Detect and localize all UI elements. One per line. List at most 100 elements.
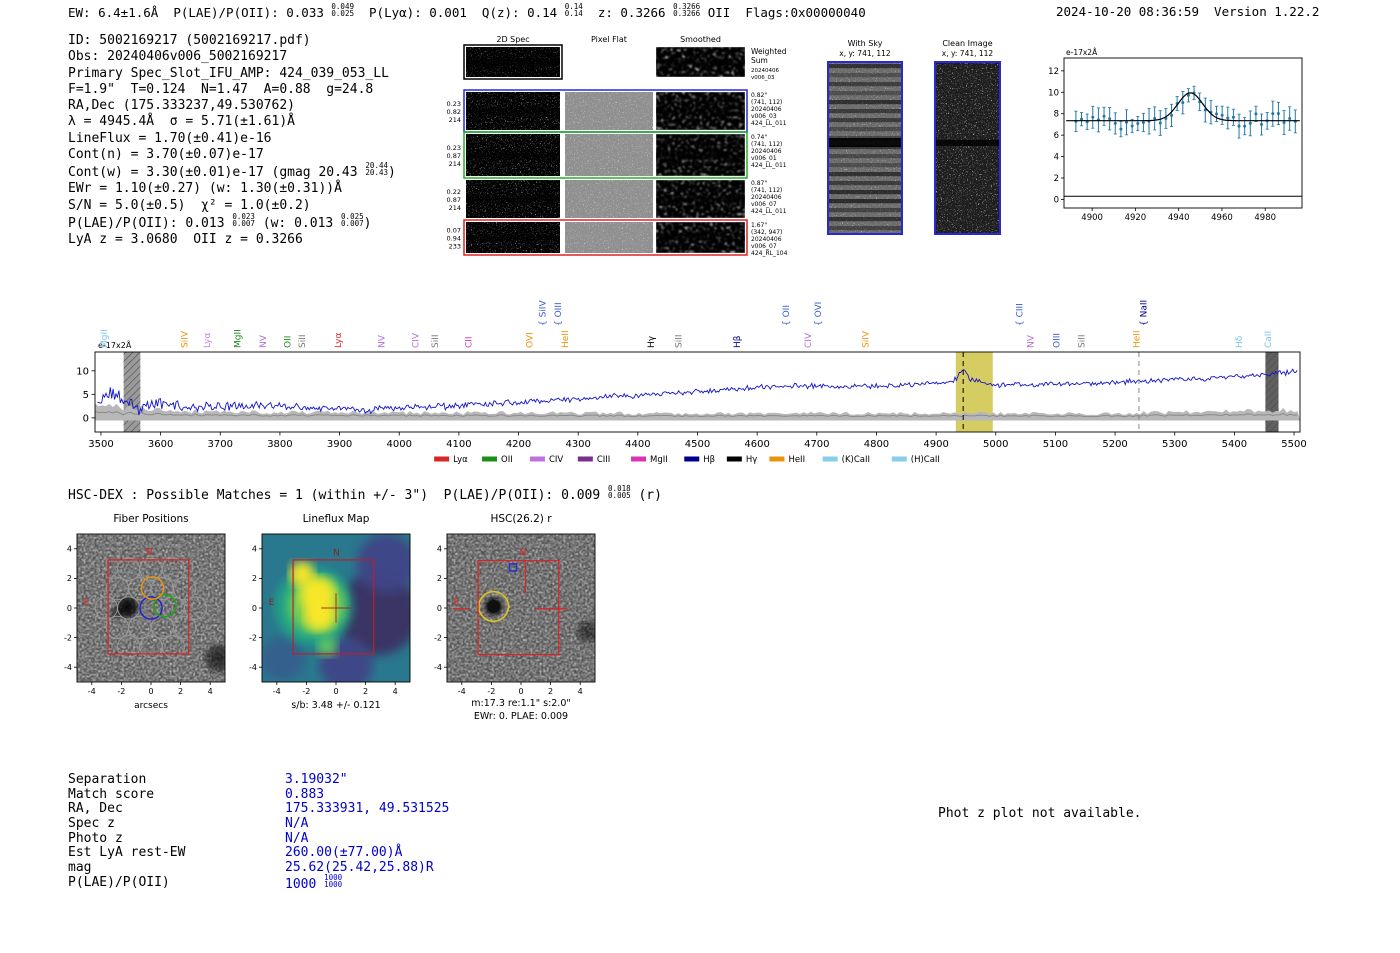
info-line: Cont(n) = 3.70(±0.07)e-17 [68, 147, 396, 163]
legend-label: HeII [788, 455, 805, 465]
spectrum-x-tick: 5400 [1222, 439, 1247, 450]
fiber-positions-panel: Fiber PositionsNE-4-4-2-2002244arcsecs [55, 508, 240, 720]
text-segment: N/A [285, 831, 308, 846]
cutout-row-annotation: 20240406 [751, 194, 782, 201]
text-segment: Primary Spec_Slot_IFU_AMP: 424_039_053_L… [68, 66, 389, 81]
lineflux-map-panel: Lineflux MapNE-4-4-2-2002244s/b: 3.48 +/… [240, 508, 425, 720]
weighted-sum-label: Sum [751, 56, 768, 65]
cutout-row-stat: 0.94 [447, 235, 461, 243]
with-sky-title: With Sky [848, 39, 883, 48]
spectrum-x-tick: 4600 [744, 439, 769, 450]
cutout-col-header: Pixel Flat [591, 35, 627, 44]
text-segment: 260.00(±77.00)Å [285, 845, 402, 860]
panel-image-area: NE [447, 534, 602, 682]
cutout-row-annotation: 424_LL_011 [751, 208, 787, 215]
match-table-value: N/A [285, 831, 308, 846]
panel-y-tick: -4 [64, 663, 72, 672]
cutout-row-annotation: (741, 112) [751, 187, 782, 194]
north-label: N [333, 548, 340, 558]
emission-line-label: CII [464, 336, 474, 348]
text-segment: ) [364, 216, 372, 231]
emission-line-label: { NaII [1140, 300, 1150, 326]
emission-line-label: CIV [411, 332, 421, 348]
match-table-row: Photo zN/A [68, 831, 449, 846]
cutout-row-annotation: (342, 947) [751, 229, 782, 236]
emission-line-labels: MgIISiIVLyαMgIINVOIISiIILyαNVCIVSiIICIIO… [100, 300, 1274, 348]
emission-line-label: NV [259, 334, 269, 348]
detection-info-block: ID: 5002169217 (5002169217.pdf)Obs: 2024… [68, 33, 396, 248]
cutout-row-annotation: 424_LL_011 [751, 162, 787, 169]
emission-line-label: CIV [804, 332, 814, 348]
match-table-row: P(LAE)/P(OII)1000 10001000 [68, 875, 449, 890]
cutout-row-stat: 214 [449, 116, 461, 124]
legend-label: Hβ [703, 455, 715, 465]
text-segment: P(LAE)/P(OII): 0.013 [68, 216, 232, 231]
fit-y-tick: 2 [1054, 174, 1059, 184]
fit-plot-area [1064, 86, 1302, 196]
text-segment: 1000 [285, 877, 324, 892]
legend-swatch [823, 457, 838, 462]
panel-y-tick: -4 [249, 663, 257, 672]
emission-line-label: SiII [298, 334, 308, 348]
info-line: Obs: 20240406v006_5002169217 [68, 49, 396, 65]
match-table-label: RA, Dec [68, 801, 285, 816]
cutout-row-stat: 0.23 [447, 144, 461, 152]
spectrum-x-tick: 3800 [267, 439, 292, 450]
text-segment: EWr = 1.10(±0.27) (w: 1.30(±0.31))Å [68, 181, 342, 196]
match-table-row: Match score0.883 [68, 787, 449, 802]
lineflux-blob [357, 534, 416, 593]
panel-y-tick: 4 [437, 545, 442, 554]
cutout-row-annotation: 20240406 [751, 106, 782, 113]
photz-note: Phot z plot not available. [938, 806, 1142, 822]
panel-x-tick: -4 [458, 687, 466, 696]
cutout-row-stat: 0.23 [447, 100, 461, 108]
panel-y-tick: 0 [252, 604, 257, 613]
emission-line-label: { OVI [814, 302, 824, 326]
spectrum-x-tick: 3700 [208, 439, 233, 450]
text-segment: 3.19032" [285, 772, 348, 787]
text-segment: OII Flags:0x00000040 [700, 5, 866, 20]
cutout-row-stat: 214 [449, 160, 461, 168]
panel-x-tick: 0 [333, 687, 338, 696]
north-label: N [520, 548, 527, 558]
cutout-row-stat: 0.82 [447, 108, 461, 116]
text-segment: 0.883 [285, 787, 324, 802]
match-table-value: N/A [285, 816, 308, 831]
panel-y-tick: 4 [67, 545, 72, 554]
sky-panels: With Skyx, y: 741, 112Clean Imagex, y: 7… [820, 36, 1020, 248]
text-segment: Obs: 20240406v006_5002169217 [68, 49, 287, 64]
emission-line-label: { CIII [1016, 303, 1026, 326]
full-spectrum-plot: 3500360037003800390040004100420043004400… [60, 262, 1350, 470]
emission-line-label: SiIV [180, 330, 190, 348]
emission-line-label: Lyα [334, 332, 344, 348]
info-line: P(LAE)/P(OII): 0.013 0.0230.007 (w: 0.01… [68, 214, 396, 232]
match-table-value: 0.883 [285, 787, 324, 802]
info-line: RA,Dec (175.333237,49.530762) [68, 98, 396, 114]
panel-y-tick: 2 [437, 574, 442, 583]
cutout-row-annotation: v006_07 [751, 201, 777, 208]
panel-x-tick: 2 [363, 687, 368, 696]
hsc-image-panel: HSC(26.2) rNE-4-4-2-2002244m:17.3 re:1.1… [425, 508, 610, 734]
text-segment: ) [388, 165, 396, 180]
weighted-sum-label: 20240406 [751, 68, 779, 74]
match-table-label: mag [68, 860, 285, 875]
cutout-row-annotation: 424_LL_011 [751, 120, 787, 127]
spectrum-x-tick: 3500 [88, 439, 113, 450]
spectrum-legend: LyαOIICIVCIIIMgIIHβHγHeII(K)CaII(H)CaII [434, 455, 940, 465]
panel-xlabel: arcsecs [134, 701, 168, 711]
fit-y-tick: 6 [1054, 131, 1059, 141]
panel-y-tick: -2 [64, 633, 72, 642]
panel-y-tick: 0 [437, 604, 442, 613]
east-label: E [84, 598, 90, 608]
panel-x-tick: 4 [578, 687, 583, 696]
cutout-row-annotation: 0.87" [751, 180, 767, 187]
panel-y-tick: 0 [67, 604, 72, 613]
spectrum-x-tick: 3600 [148, 439, 173, 450]
text-segment: z: 0.3266 [583, 5, 673, 20]
match-table-label: Photo z [68, 831, 285, 846]
legend-label: OII [501, 455, 513, 465]
fit-y-tick: 0 [1054, 195, 1059, 205]
emission-line-label: SiIV [862, 330, 872, 348]
panel-image-area: NE [261, 534, 419, 691]
emission-line-label: OII [284, 336, 294, 348]
